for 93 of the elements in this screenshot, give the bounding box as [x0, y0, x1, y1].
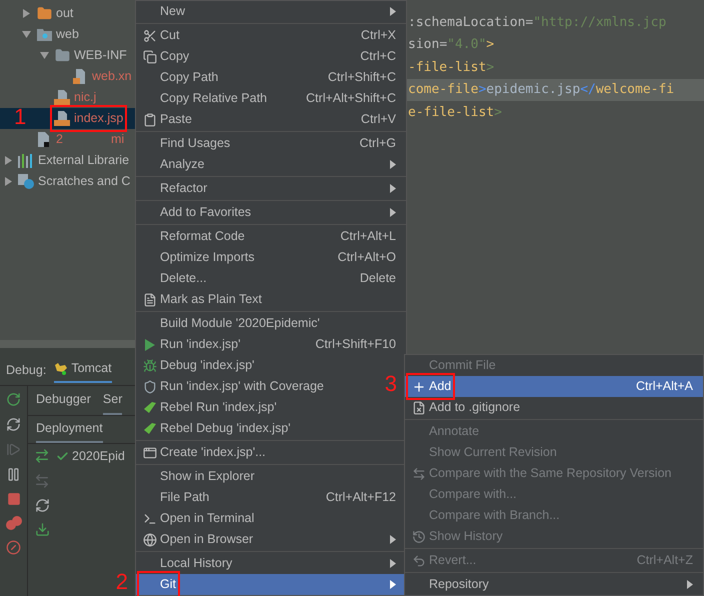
refresh-icon[interactable]	[34, 498, 50, 513]
submenu-arrow-icon	[687, 580, 693, 589]
libraries-icon	[18, 154, 34, 168]
tree-item[interactable]: WEB-INF	[0, 45, 135, 66]
menu-item[interactable]: Show in Explorer	[136, 466, 406, 487]
rerun-icon[interactable]	[6, 392, 21, 407]
code-line: :schemaLocation="http://xmlns.jcp	[407, 14, 668, 32]
menu-item[interactable]: Open in Browser	[136, 529, 406, 550]
annotation-number: 2	[116, 571, 128, 593]
menu-item[interactable]: Delete... Delete	[136, 268, 406, 289]
annotation-number: 3	[384, 373, 397, 395]
code-line: sion="4.0">	[407, 36, 496, 54]
menu-item[interactable]: File Path Ctrl+Alt+F12	[136, 487, 406, 508]
terminal-icon	[143, 512, 157, 526]
plus-icon	[412, 380, 426, 394]
menu-item[interactable]: Open in Terminal	[136, 508, 406, 529]
tab[interactable]: Debugger	[36, 386, 91, 415]
tree-item[interactable]: External Librarie	[0, 150, 135, 171]
tab[interactable]: Ser	[102, 386, 122, 415]
menu-item[interactable]: Git	[136, 574, 406, 595]
refresh-icon[interactable]	[6, 417, 21, 432]
menu-item[interactable]: Run 'index.jsp' Ctrl+Shift+F10	[136, 334, 406, 355]
config-tab[interactable]: Tomcat	[54, 359, 112, 383]
expand-arrow-icon[interactable]	[4, 156, 13, 165]
menu-item[interactable]: Find Usages Ctrl+G	[136, 133, 406, 154]
submenu-arrow-icon	[390, 535, 396, 544]
file-icon	[412, 400, 426, 414]
menu-item[interactable]: Build Module '2020Epidemic'	[136, 313, 406, 334]
menu-item[interactable]: Debug 'index.jsp'	[136, 355, 406, 376]
menu-item[interactable]: Repository	[405, 574, 703, 595]
tree-item[interactable]: web	[0, 24, 135, 45]
shield-icon	[143, 380, 157, 394]
menu-item[interactable]: Copy Relative Path Ctrl+Alt+Shift+C	[136, 88, 406, 109]
menu-item[interactable]: Copy Ctrl+C	[136, 46, 406, 67]
pause-icon[interactable]	[6, 467, 21, 482]
tab[interactable]: Deployment	[36, 416, 103, 443]
submenu-arrow-icon	[390, 580, 396, 589]
arrows-icon	[412, 466, 426, 480]
submenu-arrow-icon	[390, 559, 396, 568]
stop-icon[interactable]	[6, 492, 20, 506]
clock-icon	[412, 530, 426, 544]
panel-title: Debug:	[6, 362, 46, 380]
code-line: e-file-list>	[407, 104, 503, 122]
folder-icon	[54, 48, 70, 63]
menu-item[interactable]: Paste Ctrl+V	[136, 109, 406, 130]
download-icon[interactable]	[34, 522, 50, 537]
scratch-file-icon	[18, 174, 34, 189]
menu-item[interactable]: Add to Favorites	[136, 202, 406, 223]
expand-arrow-icon[interactable]	[40, 51, 49, 60]
deploy-icon[interactable]	[34, 448, 50, 464]
menu-item[interactable]: Optimize Imports Ctrl+Alt+O	[136, 247, 406, 268]
jsp-file-icon	[54, 90, 70, 105]
menu-item[interactable]: Cut Ctrl+X	[136, 25, 406, 46]
undo-icon	[412, 554, 426, 568]
folder-icon	[36, 28, 52, 41]
deployment-item[interactable]: 2020Epid	[56, 446, 135, 466]
text-file-icon	[143, 292, 157, 306]
menu-item[interactable]: Refactor	[136, 178, 406, 199]
menu-item[interactable]: New	[136, 1, 406, 22]
submenu-arrow-icon	[390, 208, 396, 217]
annotation-number: 1	[14, 106, 26, 128]
clipboard-icon	[143, 112, 157, 126]
tree-item[interactable]: Scratches and C	[0, 171, 135, 192]
expand-arrow-icon[interactable]	[22, 30, 31, 39]
menu-item[interactable]: Add to .gitignore	[405, 397, 703, 418]
submenu-arrow-icon	[390, 184, 396, 193]
folder-icon	[36, 6, 52, 21]
menu-item[interactable]: Rebel Debug 'index.jsp'	[136, 418, 406, 439]
globe-icon	[143, 532, 157, 546]
menu-item[interactable]: Rebel Run 'index.jsp'	[136, 397, 406, 418]
menu-item[interactable]: Analyze	[136, 154, 406, 175]
scissors-icon	[143, 28, 157, 42]
menu-item[interactable]: Reformat Code Ctrl+Alt+L	[136, 226, 406, 247]
menu-item[interactable]: Copy Path Ctrl+Shift+C	[136, 67, 406, 88]
jsp-file-icon	[54, 111, 70, 126]
expand-arrow-icon[interactable]	[22, 9, 31, 18]
play-icon	[144, 338, 156, 352]
xml-file-icon	[73, 69, 87, 84]
submenu-arrow-icon	[390, 7, 396, 16]
code-line: -file-list>	[407, 58, 496, 76]
menu-item[interactable]: Mark as Plain Text	[136, 289, 406, 310]
mute-icon[interactable]	[6, 540, 21, 555]
expand-arrow-icon[interactable]	[4, 177, 13, 186]
copy-icon	[143, 50, 157, 64]
bug-icon	[143, 358, 157, 372]
menu-item[interactable]: Create 'index.jsp'...	[136, 442, 406, 463]
tree-item[interactable]: out	[0, 3, 135, 24]
file-icon	[38, 132, 50, 147]
menu-item[interactable]: Add Ctrl+Alt+A	[405, 376, 703, 397]
breakpoints-icon[interactable]	[6, 516, 22, 530]
menu-item[interactable]: Local History	[136, 553, 406, 574]
window-icon	[143, 446, 157, 460]
submenu-arrow-icon	[390, 160, 396, 169]
